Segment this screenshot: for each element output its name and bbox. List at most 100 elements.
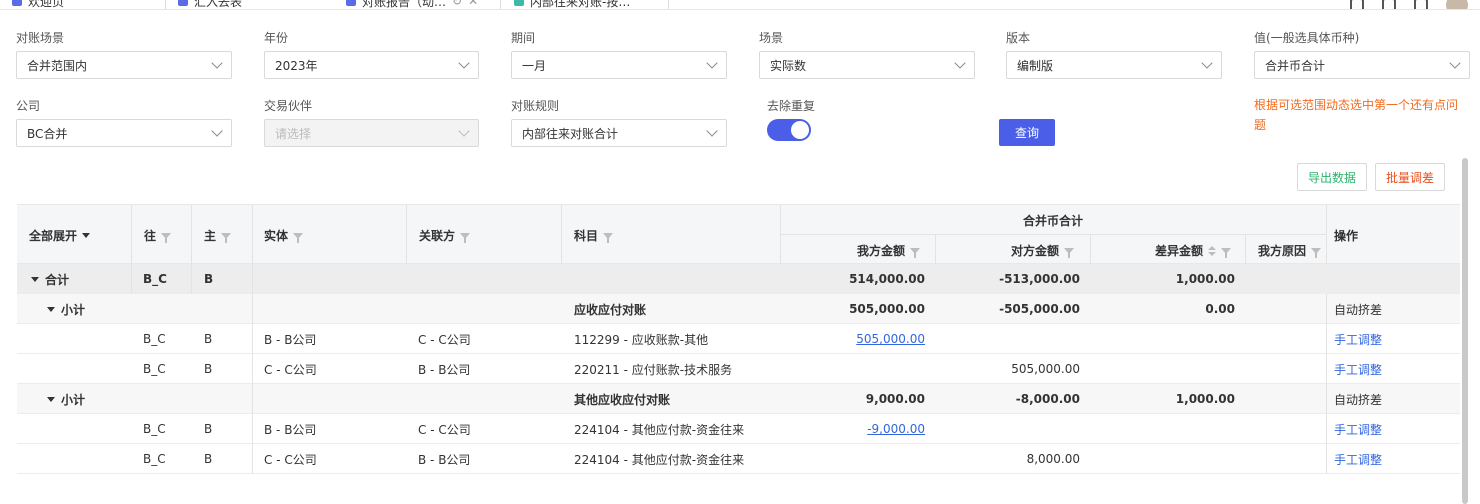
chevron-down-icon (458, 57, 470, 69)
value-currency-select[interactable]: 合并币合计 (1254, 51, 1470, 79)
tab-bar: 欢迎页 汇入去表 对账报告（动… ↻ ✕ 内部往来对账-按… (0, 0, 1480, 10)
cell-entity: B - B公司 (264, 422, 317, 437)
company-select[interactable]: BC合并 (16, 119, 232, 147)
table-row: B_C B C - C公司 B - B公司 224104 - 其他应付款-资金往… (17, 444, 1460, 474)
tab-label: 汇入去表 (194, 0, 243, 9)
col-wang: 往 (144, 227, 172, 244)
scene-select[interactable]: 合并范围内 (16, 51, 232, 79)
chevron-down-icon (211, 57, 223, 69)
cell-my-amount: 514,000.00 (849, 272, 925, 286)
caret-down-icon (82, 233, 91, 238)
notification-icon[interactable] (1350, 0, 1364, 9)
note-text: 根据可选范围动态选中第一个还有点问题 (1254, 98, 1459, 132)
table-row: B_C B C - C公司 B - B公司 220211 - 应付账款-技术服务… (17, 354, 1460, 384)
my-amount-link[interactable]: 505,000.00 (856, 332, 925, 346)
cell-wang: B_C (143, 452, 166, 466)
close-icon[interactable]: ✕ (468, 0, 478, 8)
cell-wang: B_C (143, 332, 166, 346)
filter-icon[interactable] (460, 232, 471, 243)
tab-label: 欢迎页 (28, 0, 65, 9)
partner-select[interactable]: 请选择 (264, 119, 479, 147)
filter-icon[interactable] (1311, 247, 1322, 258)
year-label: 年份 (264, 31, 289, 45)
window-icon[interactable] (1414, 0, 1428, 9)
year-select[interactable]: 2023年 (264, 51, 479, 79)
cell-other-amount (935, 414, 1080, 444)
cell-wang: B_C (143, 272, 167, 286)
cell-account: 224104 - 其他应付款-资金往来 (574, 422, 745, 437)
tab-label: 对账报告（动… (362, 0, 447, 9)
tab-internal-recon[interactable]: 内部往来对账-按… (514, 0, 630, 9)
col-my-reason: 我方原因 (1258, 242, 1322, 259)
partner-label: 交易伙伴 (264, 99, 313, 113)
cell-my-amount: 505,000.00 (849, 302, 925, 316)
vertical-scrollbar[interactable] (1462, 158, 1468, 504)
cell-my-amount (780, 444, 925, 474)
rule-select[interactable]: 内部往来对账合计 (511, 119, 727, 147)
page-icon (12, 0, 22, 6)
value-currency-label: 值(一般选具体币种) (1254, 31, 1360, 45)
version-label: 版本 (1006, 31, 1031, 45)
filter-icon[interactable] (1064, 247, 1075, 258)
cell-related: B - B公司 (418, 362, 471, 377)
filter-icon[interactable] (603, 232, 614, 243)
caret-down-icon (47, 306, 55, 312)
dedupe-toggle[interactable] (767, 119, 811, 141)
toggle-knob (791, 121, 809, 139)
sort-icon[interactable] (1208, 245, 1217, 256)
cell-related: C - C公司 (418, 332, 471, 347)
filter-icon[interactable] (221, 232, 232, 243)
cell-wang: B_C (143, 362, 166, 376)
scenario-label: 场景 (759, 31, 784, 45)
col-diff-amount: 差异金额 (1155, 242, 1232, 259)
filter-icon[interactable] (910, 247, 921, 258)
tab-import[interactable]: 汇入去表 (178, 0, 243, 9)
query-button[interactable]: 查询 (999, 119, 1055, 146)
dedupe-label: 去除重复 (767, 99, 816, 113)
subtotal-toggle[interactable]: 小计 (47, 294, 85, 324)
period-select[interactable]: 一月 (511, 51, 727, 79)
export-data-button[interactable]: 导出数据 (1297, 163, 1367, 191)
table-row: B_C B B - B公司 C - C公司 112299 - 应收账款-其他 5… (17, 324, 1460, 354)
rule-label: 对账规则 (511, 99, 560, 113)
caret-down-icon (47, 396, 55, 402)
my-amount-link[interactable]: -9,000.00 (867, 422, 925, 436)
subtotal-toggle[interactable]: 小计 (47, 384, 85, 414)
tab-welcome[interactable]: 欢迎页 (12, 0, 65, 9)
cell-account: 220211 - 应付账款-技术服务 (574, 362, 733, 377)
col-related: 关联方 (419, 227, 471, 244)
auto-adjust-text: 自动挤差 (1334, 392, 1383, 407)
cell-account: 224104 - 其他应付款-资金往来 (574, 452, 745, 467)
manual-adjust-link[interactable]: 手工调整 (1334, 414, 1382, 444)
cell-diff: 1,000.00 (1175, 272, 1235, 286)
copy-icon[interactable] (1382, 0, 1396, 9)
tab-recon-report[interactable]: 对账报告（动… ↻ ✕ (346, 0, 479, 9)
period-label: 期间 (511, 31, 536, 45)
manual-adjust-link[interactable]: 手工调整 (1334, 354, 1382, 384)
scenario-select[interactable]: 实际数 (759, 51, 975, 79)
batch-adjust-button[interactable]: 批量调差 (1375, 163, 1445, 191)
expand-all-toggle[interactable]: 全部展开 (29, 227, 91, 244)
cell-account: 其他应收应付对账 (574, 392, 671, 407)
avatar[interactable] (1446, 0, 1468, 9)
filter-icon[interactable] (161, 232, 172, 243)
page-icon (514, 0, 524, 6)
caret-down-icon (31, 276, 39, 282)
col-group-currency: 合并币合计 (1022, 214, 1083, 228)
cell-zhu: B (204, 422, 213, 436)
chevron-down-icon (706, 57, 718, 69)
total-toggle[interactable]: 合计 (31, 264, 69, 294)
cell-account: 112299 - 应收账款-其他 (574, 332, 709, 347)
cell-my-amount (780, 354, 925, 384)
cell-other-amount (935, 324, 1080, 354)
col-other-amount: 对方金额 (1011, 242, 1075, 259)
version-select[interactable]: 编制版 (1006, 51, 1222, 79)
refresh-icon[interactable]: ↻ (452, 0, 462, 8)
manual-adjust-link[interactable]: 手工调整 (1334, 444, 1382, 474)
filter-icon[interactable] (293, 232, 304, 243)
cell-my-amount: 9,000.00 (865, 392, 925, 406)
filter-icon[interactable] (1221, 247, 1232, 258)
col-zhu: 主 (204, 227, 232, 244)
chevron-down-icon (706, 125, 718, 137)
manual-adjust-link[interactable]: 手工调整 (1334, 324, 1382, 354)
